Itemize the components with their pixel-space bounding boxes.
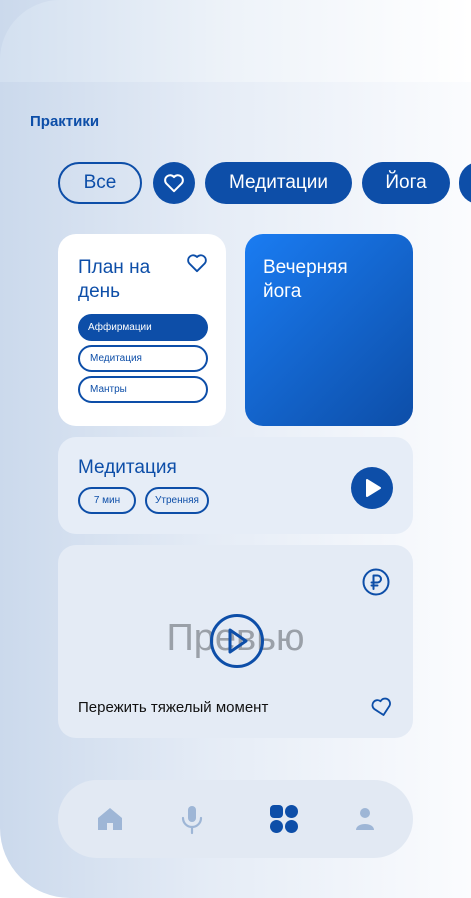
evening-yoga-card[interactable]: Вечерняя йога (245, 234, 413, 426)
preview-caption: Пережить тяжелый момент (78, 699, 269, 716)
chip-favorites[interactable] (153, 162, 195, 204)
nav-profile[interactable] (349, 803, 381, 835)
heart-icon[interactable] (186, 253, 208, 273)
chip-meditations[interactable]: Медитации (205, 162, 352, 204)
daily-plan-card[interactable]: План на день Аффирмации Медитация Мантры (58, 234, 226, 426)
chip-more[interactable] (459, 162, 471, 204)
yoga-title: Вечерняя йога (263, 257, 348, 302)
nav-home[interactable] (94, 803, 126, 835)
nav-practices[interactable] (268, 803, 300, 835)
chip-yoga[interactable]: Йога (362, 162, 450, 204)
chip-label: Йога (385, 172, 427, 193)
page-title: Практики (30, 113, 100, 130)
grid-icon (270, 805, 298, 833)
microphone-icon (181, 806, 203, 835)
bottom-navigation (58, 780, 413, 858)
plan-pill-mantras[interactable]: Мантры (78, 376, 208, 403)
top-bar (0, 0, 471, 82)
play-button[interactable] (351, 467, 393, 509)
chip-label: Медитации (228, 172, 329, 193)
play-icon (366, 479, 381, 497)
preview-card[interactable]: Превью Пережить тяжелый момент (58, 545, 413, 738)
home-icon (98, 808, 122, 830)
play-circle-icon[interactable] (209, 613, 265, 669)
heart-outline-icon[interactable] (371, 697, 393, 717)
profile-icon (356, 808, 374, 830)
ruble-icon[interactable] (361, 567, 391, 597)
duration-tag: 7 мин (78, 487, 136, 514)
nav-voice[interactable] (176, 803, 208, 835)
chip-label: Все (83, 172, 117, 193)
filter-chips: Все Медитации Йога (58, 162, 471, 204)
plan-pill-meditation[interactable]: Медитация (78, 345, 208, 372)
chip-all[interactable]: Все (58, 162, 142, 204)
time-of-day-tag: Утренняя (145, 487, 209, 514)
plan-title: План на день (78, 257, 151, 302)
phone-screen: Практики Все Медитации Йога План на день… (0, 0, 471, 898)
heart-icon (164, 174, 184, 193)
meditation-card[interactable]: Медитация 7 мин Утренняя (58, 437, 413, 534)
plan-pill-affirmations[interactable]: Аффирмации (78, 314, 208, 341)
meditation-title: Медитация (78, 457, 177, 478)
